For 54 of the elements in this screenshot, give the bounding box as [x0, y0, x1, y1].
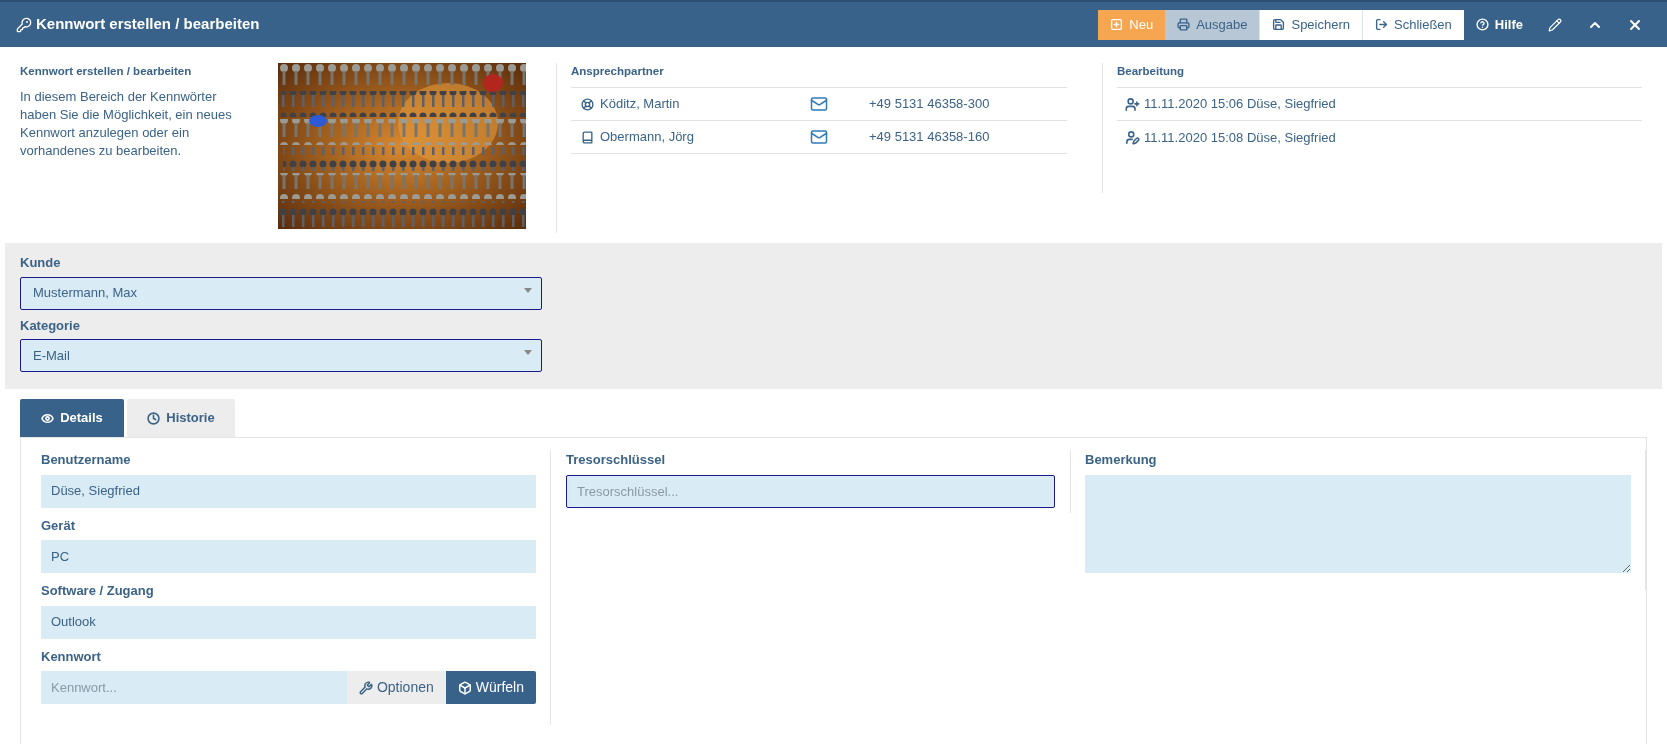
user-edit-icon [1125, 130, 1140, 145]
tab[interactable]: Historie [127, 399, 235, 437]
history-entry: 11.11.2020 15:06 Düse, Siegfried [1144, 95, 1336, 114]
mail-icon[interactable] [810, 128, 828, 146]
wrench-icon [358, 680, 373, 695]
exit-icon [1375, 18, 1388, 31]
section-title: Kennwort erstellen / bearbeiten [20, 64, 193, 79]
generate-button[interactable]: Würfeln [445, 671, 536, 704]
options-button[interactable]: Optionen [346, 671, 446, 704]
field-label: Software / Zugang [41, 582, 155, 600]
input-field[interactable]: Düse, Siegfried [41, 474, 536, 508]
dropdown-caret-icon [524, 350, 532, 355]
field-label: Kennwort [41, 647, 102, 666]
user-plus-icon [1125, 96, 1140, 112]
clock-icon [147, 411, 161, 425]
lifebuoy-icon [581, 97, 594, 111]
field-label: Kategorie [20, 316, 81, 335]
eye-icon [41, 411, 55, 425]
field-label: Kunde [20, 254, 62, 272]
toolbar-button[interactable]: Ausgabe [1165, 9, 1260, 40]
plus-icon [1110, 18, 1124, 31]
field-label: Gerät [41, 516, 76, 535]
key-icon [16, 16, 32, 33]
history-entry: 11.11.2020 15:08 Düse, Siegfried [1144, 128, 1336, 147]
dropdown-caret-icon [524, 287, 532, 293]
section-title: Bearbeitung [1117, 63, 1642, 88]
tab[interactable]: Details [20, 399, 124, 437]
toolbar-button[interactable]: Hilfe [1463, 9, 1535, 40]
printer-icon [1177, 18, 1191, 31]
password-field[interactable]: Kennwort... [41, 671, 347, 704]
contact-name: Köditz, Martin [600, 95, 681, 114]
phone-number: +49 5131 46358-160 [869, 128, 990, 147]
phone-number: +49 5131 46358-300 [869, 95, 990, 114]
input-field[interactable]: PC [41, 540, 536, 573]
intro-text: In diesem Bereich der Kennwörter haben Sie die Möglichkeit, ein neues Kennwort anzulegen oder ein vorhandenes zu bearbeiten. [20, 88, 233, 161]
toolbar-button[interactable]: Speichern [1259, 9, 1362, 40]
select-field[interactable]: Mustermann, Max [20, 276, 542, 310]
pencil-icon [1548, 17, 1562, 32]
input-field[interactable]: Outlook [41, 605, 536, 639]
mail-icon[interactable] [810, 95, 828, 113]
vault-key-field[interactable]: Tresorschlüssel... [566, 474, 1055, 508]
section-title: Ansprechpartner [571, 63, 1067, 88]
book-icon [581, 130, 594, 144]
window-title: Kennwort erstellen / bearbeiten [36, 14, 260, 35]
field-label: Bemerkung [1085, 451, 1158, 469]
cube-icon [457, 680, 472, 695]
toolbar-button[interactable]: Schließen [1362, 9, 1464, 40]
field-label: Benutzername [41, 451, 132, 469]
contact-name: Obermann, Jörg [600, 128, 695, 147]
help-icon [1475, 18, 1489, 31]
select-field[interactable]: E-Mail [20, 339, 542, 372]
remark-field[interactable] [1085, 474, 1631, 573]
save-icon [1272, 18, 1286, 31]
field-label: Tresorschlüssel [566, 451, 666, 469]
